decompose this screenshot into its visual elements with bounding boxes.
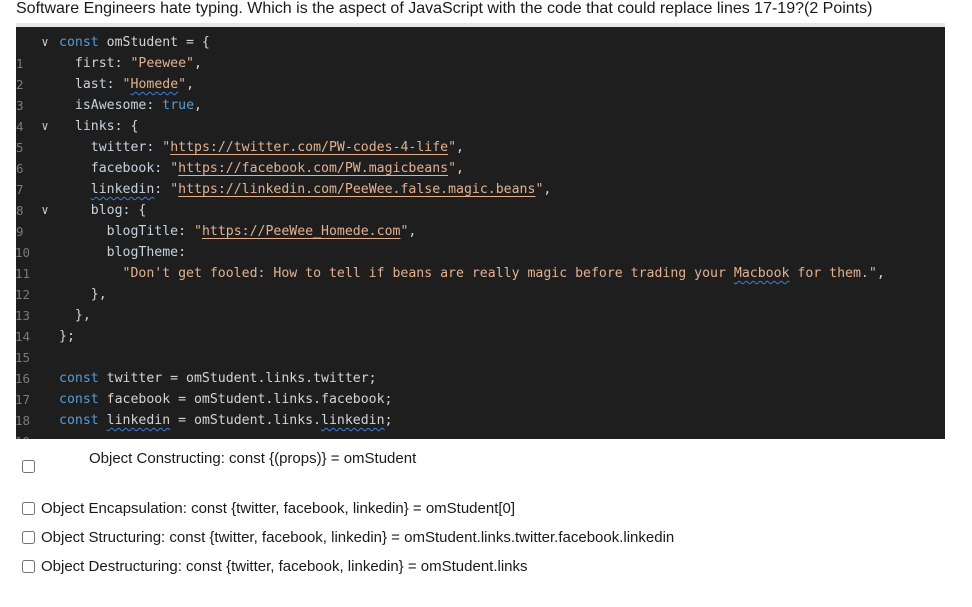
option-constructing-checkbox[interactable] [22,460,35,473]
code-editor: 1 ∨ const omStudent = { 2 first: "Peewee… [16,32,945,439]
code-token: last: [74,77,115,92]
code-token: " [122,77,131,92]
code-token: isAwesome: [74,98,155,113]
code-line: 8 linkedin: "https://linkedin.com/PeeWee… [16,179,945,218]
code-token: " [162,140,171,155]
code-token: "Peewee" [130,56,195,71]
code-token: blogTitle: [106,224,187,239]
code-token: linkedin [90,182,155,197]
option-encapsulation-checkbox[interactable] [22,502,35,515]
option-destructuring-checkbox[interactable] [22,560,35,573]
code-token: const [59,392,99,407]
code-line: 14 }, [16,305,945,344]
code-screenshot: 1 ∨ const omStudent = { 2 first: "Peewee… [16,23,945,439]
code-token: " [170,161,179,176]
chevron-down-icon: ∨ [41,203,49,217]
code-line: 11 blogTheme: [16,242,945,281]
option-destructuring: Object Destructuring: const {twitter, fa… [20,558,528,575]
code-token: const [59,413,99,428]
url-token: https://linkedin.com/PeeWee.false.magic.… [178,182,536,197]
code-line: 5 ∨ links: { [16,116,945,155]
code-token: const [59,35,99,50]
code-token: , [408,224,417,239]
option-constructing-label: Object Constructing: const {(props)} = o… [89,450,417,467]
code-token: " [448,161,457,176]
code-token: " [194,224,202,239]
code-line: 12 "Don't get fooled: How to tell if bea… [16,263,945,302]
code-token: { [122,119,139,134]
code-line: 15 }; [16,326,945,365]
code-line: 16 [16,347,945,386]
code-line: 3 last: "Homede", [16,74,945,113]
code-token: { [130,203,147,218]
code-line: 1 ∨ const omStudent = { [16,32,945,71]
code-line: 18 const facebook = omStudent.links.face… [16,389,945,428]
code-token: for them." [789,266,877,281]
code-token: " [448,140,457,155]
code-token: , [456,140,464,155]
url-token: https://facebook.com/PW.magicbeans [178,161,449,176]
option-encapsulation: Object Encapsulation: const {twitter, fa… [20,500,515,517]
code-token: twitter = omStudent.links.twitter; [98,371,377,386]
code-token: linkedin [106,413,171,428]
code-token: }, [90,287,107,302]
code-token: " [178,77,187,92]
option-structuring-label: Object Structuring: const {twitter, face… [41,529,675,546]
code-token: , [194,56,202,71]
line-number: 19 [16,431,30,439]
code-token: true [162,98,195,113]
code-line: 17 const twitter = omStudent.links.twitt… [16,368,945,407]
code-line: 9 ∨ blog: { [16,200,945,239]
code-token: linkedin [321,413,385,428]
code-token: omStudent = { [98,35,210,50]
chevron-down-icon: ∨ [41,35,49,49]
chevron-down-icon: ∨ [41,119,49,133]
code-token: blog: [90,203,131,218]
code-token: first: [74,56,123,71]
code-token: = omStudent.links. [170,413,322,428]
code-token: facebook: [90,161,163,176]
option-structuring-checkbox[interactable] [22,531,35,544]
code-line: 6 twitter: "https://twitter.com/PW-codes… [16,137,945,176]
code-token: , [876,266,885,281]
code-token: " [170,182,179,197]
code-token: Homede [130,77,179,92]
code-token: : [154,182,163,197]
code-token: , [194,98,202,113]
code-token: "Don't get fooled: How to tell if beans … [122,266,734,281]
code-token: , [456,161,464,176]
url-token: https://PeeWee_Homede.com [201,224,401,239]
code-line: 7 facebook: "https://facebook.com/PW.mag… [16,158,945,197]
code-token: const [59,371,99,386]
code-token: }; [59,329,75,344]
code-token: , [543,182,552,197]
code-token: facebook = omStudent.links.facebook; [98,392,393,407]
option-constructing [20,460,35,478]
option-encapsulation-label: Object Encapsulation: const {twitter, fa… [41,500,516,517]
code-line: 10 blogTitle: "https://PeeWee_Homede.com… [16,221,945,260]
url-token: https://twitter.com/PW-codes-4-life [170,140,449,155]
code-token: ; [384,413,393,428]
code-token: links: [74,119,123,134]
code-token: , [186,77,195,92]
code-line: 2 first: "Peewee", [16,53,945,92]
option-structuring: Object Structuring: const {twitter, face… [20,529,674,546]
question-text: Software Engineers hate typing. Which is… [16,0,873,17]
code-token: Macbook [733,266,790,281]
code-token: }, [74,308,91,323]
code-line: 13 }, [16,284,945,323]
option-destructuring-label: Object Destructuring: const {twitter, fa… [41,558,528,575]
code-line: 4 isAwesome: true, [16,95,945,134]
code-token: blogTheme: [106,245,187,260]
code-line: 19 const linkedin = omStudent.links.link… [16,410,945,439]
code-token: twitter: [90,140,155,155]
